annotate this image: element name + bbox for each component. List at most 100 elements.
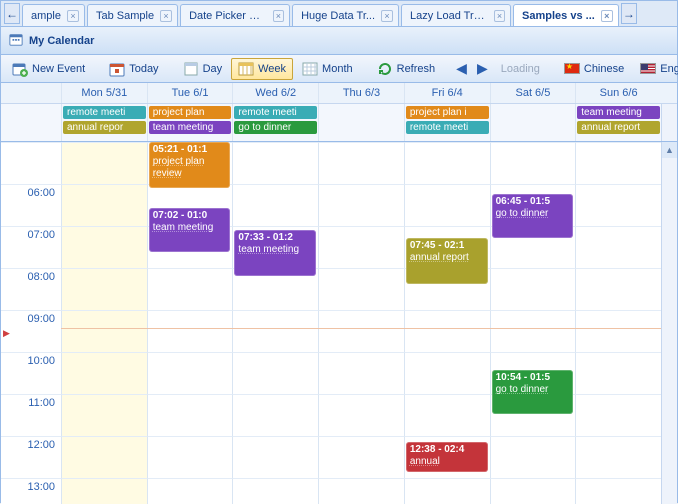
week-view-button[interactable]: Week	[231, 58, 293, 80]
time-slot[interactable]	[404, 478, 490, 504]
time-slot[interactable]	[61, 268, 147, 310]
calendar-event[interactable]: 07:33 - 01:2team meeting	[234, 230, 316, 276]
allday-event[interactable]: team meeting	[149, 121, 232, 134]
time-slot[interactable]	[318, 226, 404, 268]
time-slot[interactable]	[232, 436, 318, 478]
time-slot[interactable]	[61, 478, 147, 504]
day-view-button[interactable]: Day	[176, 58, 230, 80]
tabs-scroll-left-button[interactable]: ←	[4, 3, 20, 24]
time-grid[interactable]: ▲ ▼ 06:0007:0008:0009:0010:0011:0012:001…	[1, 142, 677, 504]
time-slot[interactable]	[318, 352, 404, 394]
close-icon[interactable]: ×	[601, 10, 613, 22]
time-slot[interactable]	[575, 352, 661, 394]
time-slot[interactable]	[147, 352, 233, 394]
calendar-event[interactable]: 07:45 - 02:1annual report	[406, 238, 488, 284]
allday-event[interactable]: go to dinner	[234, 121, 317, 134]
calendar-event[interactable]: 10:54 - 01:5go to dinner	[492, 370, 574, 414]
time-slot[interactable]	[147, 436, 233, 478]
allday-event[interactable]: annual repor	[63, 121, 146, 134]
allday-event[interactable]: remote meeti	[63, 106, 146, 119]
close-icon[interactable]: ×	[273, 10, 284, 22]
time-slot[interactable]	[404, 352, 490, 394]
time-slot[interactable]	[147, 310, 233, 352]
close-icon[interactable]: ×	[494, 10, 505, 22]
day-header[interactable]: Thu 6/3	[318, 83, 404, 103]
allday-event[interactable]: remote meeti	[234, 106, 317, 119]
time-slot[interactable]	[147, 394, 233, 436]
time-slot[interactable]	[61, 436, 147, 478]
allday-event[interactable]: team meeting	[577, 106, 660, 119]
allday-cell[interactable]: remote meeti go to dinner	[232, 104, 318, 141]
time-slot[interactable]	[61, 226, 147, 268]
time-slot[interactable]	[61, 394, 147, 436]
time-slot[interactable]	[575, 142, 661, 184]
time-slot[interactable]	[61, 352, 147, 394]
next-button[interactable]: ▶	[473, 60, 492, 77]
month-view-button[interactable]: Month	[295, 58, 360, 80]
tab-item[interactable]: Huge Data Tr... ×	[292, 4, 399, 26]
allday-cell[interactable]: project plan team meeting	[147, 104, 233, 141]
day-header[interactable]: Sat 6/5	[490, 83, 576, 103]
time-slot[interactable]	[490, 142, 576, 184]
day-header[interactable]: Fri 6/4	[404, 83, 490, 103]
language-english-button[interactable]: English	[633, 60, 678, 78]
time-slot[interactable]	[575, 268, 661, 310]
time-slot[interactable]	[232, 184, 318, 226]
language-chinese-button[interactable]: Chinese	[557, 60, 631, 78]
day-header[interactable]: Wed 6/2	[232, 83, 318, 103]
today-button[interactable]: Today	[102, 58, 165, 80]
time-slot[interactable]	[575, 436, 661, 478]
time-slot[interactable]	[61, 142, 147, 184]
time-slot[interactable]	[490, 478, 576, 504]
day-header[interactable]: Mon 5/31	[61, 83, 147, 103]
time-slot[interactable]	[318, 142, 404, 184]
time-slot[interactable]	[575, 226, 661, 268]
tab-item[interactable]: Lazy Load Tree... ×	[401, 4, 511, 26]
close-icon[interactable]: ×	[160, 10, 172, 22]
time-slot[interactable]	[404, 310, 490, 352]
vertical-scrollbar[interactable]: ▲ ▼	[661, 142, 677, 504]
day-header[interactable]: Sun 6/6	[575, 83, 661, 103]
calendar-event[interactable]: 12:38 - 02:4annual	[406, 442, 488, 472]
time-slot[interactable]	[147, 478, 233, 504]
refresh-button[interactable]: Refresh	[370, 58, 443, 80]
time-slot[interactable]	[575, 184, 661, 226]
allday-event[interactable]: project plan i	[406, 106, 489, 119]
time-slot[interactable]	[404, 142, 490, 184]
close-icon[interactable]: ×	[381, 10, 393, 22]
new-event-button[interactable]: New Event	[5, 58, 92, 80]
time-slot[interactable]	[490, 268, 576, 310]
allday-event[interactable]: annual report	[577, 121, 660, 134]
close-icon[interactable]: ×	[67, 10, 79, 22]
time-slot[interactable]	[404, 394, 490, 436]
calendar-event[interactable]: 05:21 - 01:1project plan review	[149, 142, 231, 188]
time-slot[interactable]	[232, 352, 318, 394]
time-slot[interactable]	[318, 436, 404, 478]
tab-item-active[interactable]: Samples vs ... ×	[513, 4, 619, 26]
time-slot[interactable]	[318, 394, 404, 436]
time-slot[interactable]	[318, 268, 404, 310]
allday-event[interactable]: project plan	[149, 106, 232, 119]
time-slot[interactable]	[575, 310, 661, 352]
allday-cell[interactable]: project plan i remote meeti	[404, 104, 490, 141]
tab-item[interactable]: ample ×	[22, 4, 85, 26]
time-slot[interactable]	[404, 184, 490, 226]
time-slot[interactable]	[318, 478, 404, 504]
time-slot[interactable]	[61, 310, 147, 352]
time-slot[interactable]	[575, 478, 661, 504]
allday-cell[interactable]: team meeting annual report	[575, 104, 661, 141]
allday-cell[interactable]	[490, 104, 576, 141]
allday-cell[interactable]	[318, 104, 404, 141]
time-slot[interactable]	[490, 310, 576, 352]
tab-item[interactable]: Date Picker Sa... ×	[180, 4, 290, 26]
calendar-event[interactable]: 07:02 - 01:0team meeting	[149, 208, 231, 252]
time-slot[interactable]	[61, 184, 147, 226]
time-slot[interactable]	[575, 394, 661, 436]
day-header[interactable]: Tue 6/1	[147, 83, 233, 103]
calendar-event[interactable]: 06:45 - 01:5go to dinner	[492, 194, 574, 238]
time-slot[interactable]	[318, 310, 404, 352]
allday-cell[interactable]: remote meeti annual repor	[61, 104, 147, 141]
tab-item[interactable]: Tab Sample ×	[87, 4, 178, 26]
allday-event[interactable]: remote meeti	[406, 121, 489, 134]
time-slot[interactable]	[232, 478, 318, 504]
